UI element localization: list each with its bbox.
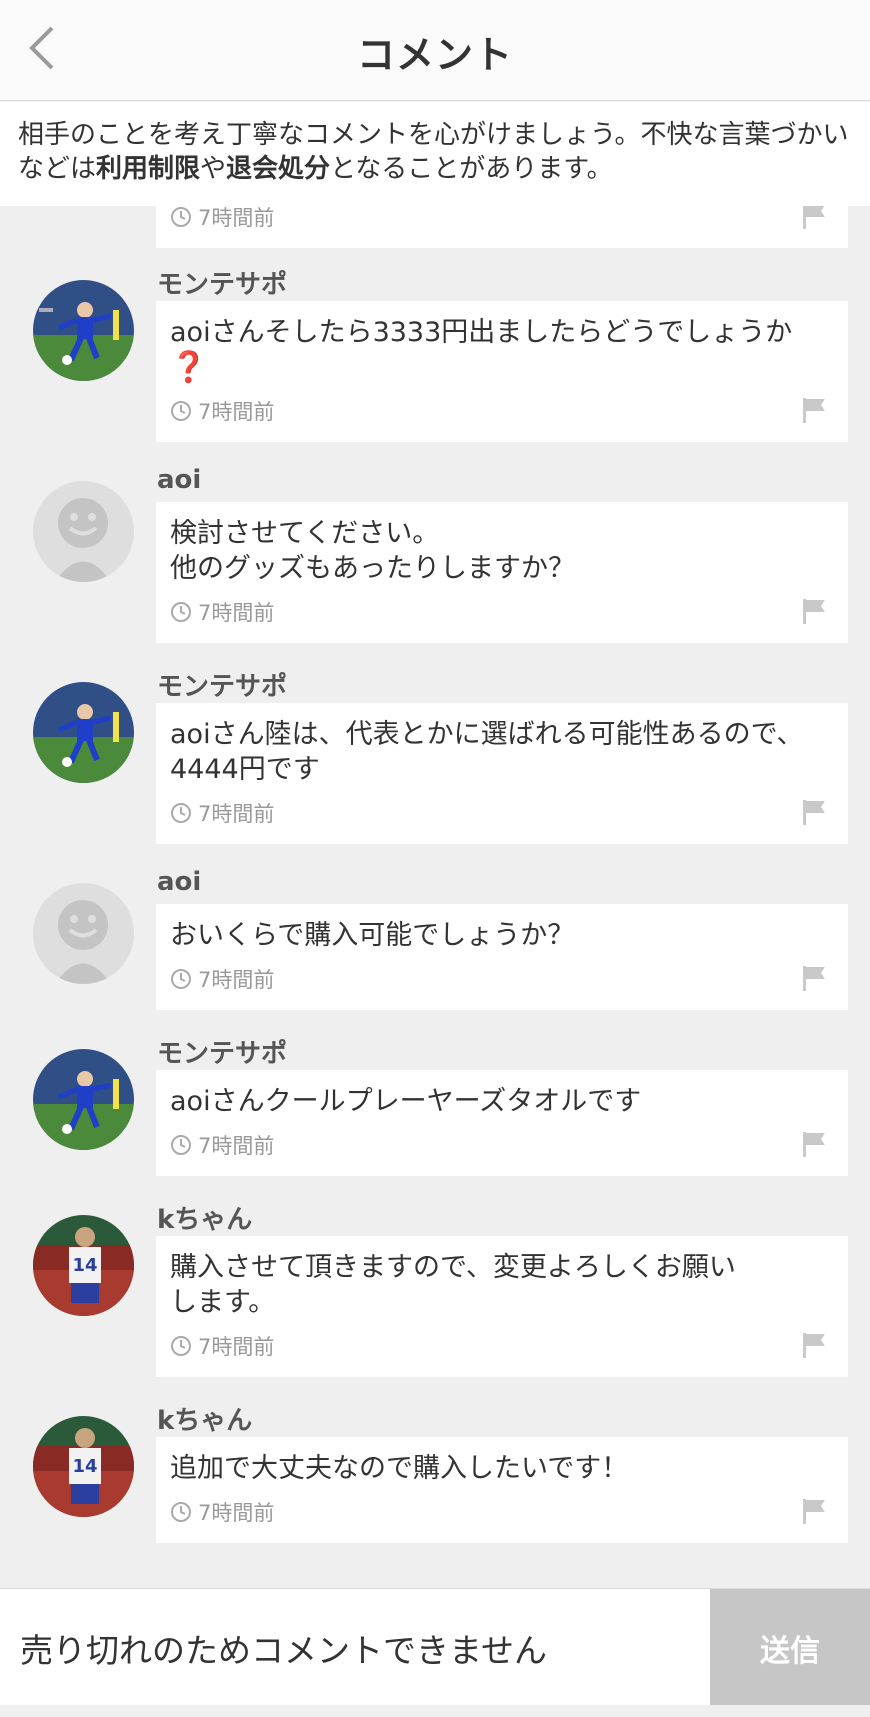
question-mark-icon: ❓ xyxy=(170,350,208,385)
clock-icon xyxy=(170,601,192,623)
comment-bubble: aoiさんそしたら3333円出ましたらどうでしょうか ❓ 7時間前 xyxy=(156,301,848,442)
comment-input-bar: 売り切れのためコメントできません 送信 xyxy=(0,1588,870,1706)
notice-text: となることがあります。 xyxy=(330,154,613,184)
comment-input-disabled[interactable]: 売り切れのためコメントできません xyxy=(0,1589,710,1706)
svg-text:14: 14 xyxy=(72,1456,97,1477)
comment-time: 7時間前 xyxy=(198,400,275,424)
notice-bold-restriction: 利用制限 xyxy=(96,154,201,184)
report-flag-icon[interactable] xyxy=(800,798,828,826)
report-flag-icon[interactable] xyxy=(800,597,828,625)
clock-icon xyxy=(170,400,192,422)
comment-bubble: 7時間前 xyxy=(156,206,848,248)
clock-icon xyxy=(170,1501,192,1523)
comment-time: 7時間前 xyxy=(198,206,275,230)
notice-text: や xyxy=(200,154,227,184)
notice-bold-suspension: 退会処分 xyxy=(226,154,331,184)
clock-icon xyxy=(170,802,192,824)
report-flag-icon[interactable] xyxy=(800,1331,828,1359)
comment-bubble: aoiさん陸は、代表とかに選ばれる可能性あるので、 4444円です 7時間前 xyxy=(156,703,848,844)
comment-time: 7時間前 xyxy=(198,1134,275,1158)
comment-username[interactable]: aoi xyxy=(157,867,201,897)
report-flag-icon[interactable] xyxy=(800,396,828,424)
comment-text: aoiさんそしたら3333円出ましたらどうでしょうか ❓ xyxy=(170,315,834,386)
comment-bubble: 検討させてください。 他のグッズもあったりしますか？ 7時間前 xyxy=(156,502,848,643)
comment-username[interactable]: モンテサポ xyxy=(157,264,287,301)
clock-icon xyxy=(170,1335,192,1357)
comment-meta: 7時間前 xyxy=(170,798,274,828)
comment-meta: 7時間前 xyxy=(170,1130,274,1160)
comment-time: 7時間前 xyxy=(198,601,275,625)
avatar[interactable] xyxy=(33,682,134,783)
comment-meta: 7時間前 xyxy=(170,206,274,232)
comment-bubble: aoiさんクールプレーヤーズタオルです 7時間前 xyxy=(156,1070,848,1176)
comment-username[interactable]: kちゃん xyxy=(157,1199,252,1236)
comment-meta: 7時間前 xyxy=(170,396,274,426)
page-title: コメント xyxy=(356,33,513,77)
svg-text:14: 14 xyxy=(72,1255,97,1276)
comment-meta: 7時間前 xyxy=(170,1497,274,1527)
comment-bubble: おいくらで購入可能でしょうか？ 7時間前 xyxy=(156,904,848,1010)
clock-icon xyxy=(170,206,192,228)
comment-time: 7時間前 xyxy=(198,1501,275,1525)
report-flag-icon[interactable] xyxy=(800,964,828,992)
send-button[interactable]: 送信 xyxy=(710,1589,870,1706)
comment-username[interactable]: モンテサポ xyxy=(157,666,287,703)
comment-text: aoiさん陸は、代表とかに選ばれる可能性あるので、 4444円です xyxy=(170,719,804,785)
comment-text: 検討させてください。 他のグッズもあったりしますか？ xyxy=(170,518,575,584)
top-nav-bar: コメント xyxy=(0,0,870,101)
comment-time: 7時間前 xyxy=(198,1335,275,1359)
avatar[interactable] xyxy=(33,1049,134,1150)
comment-meta: 7時間前 xyxy=(170,597,274,627)
comment-text: おいくらで購入可能でしょうか？ xyxy=(170,920,575,951)
avatar[interactable] xyxy=(33,481,134,582)
comment-text: aoiさんクールプレーヤーズタオルです xyxy=(170,1086,642,1117)
comment-bubble: 追加で大丈夫なので購入したいです！ 7時間前 xyxy=(156,1437,848,1543)
comment-username[interactable]: kちゃん xyxy=(157,1400,252,1437)
report-flag-icon[interactable] xyxy=(800,206,828,230)
comment-text: 購入させて頂きますので、変更よろしくお願い します。 xyxy=(170,1252,736,1318)
comment-meta: 7時間前 xyxy=(170,964,274,994)
comment-meta: 7時間前 xyxy=(170,1331,274,1361)
comment-time: 7時間前 xyxy=(198,968,275,992)
report-flag-icon[interactable] xyxy=(800,1497,828,1525)
report-flag-icon[interactable] xyxy=(800,1130,828,1158)
avatar[interactable]: 14 xyxy=(33,1215,134,1316)
avatar[interactable] xyxy=(33,280,134,381)
comment-text: 追加で大丈夫なので購入したいです！ xyxy=(170,1453,629,1484)
comment-list[interactable]: 7時間前 モンテサポ aoiさんそしたら3333円出ましたらどうでしょうか ❓ 7… xyxy=(0,206,870,1588)
avatar[interactable] xyxy=(33,883,134,984)
comment-etiquette-notice: 相手のことを考え丁寧なコメントを心がけましょう。不快な言葉づかいなどは利用制限や… xyxy=(0,102,870,206)
comment-username[interactable]: aoi xyxy=(157,465,201,495)
comment-time: 7時間前 xyxy=(198,802,275,826)
avatar[interactable]: 14 xyxy=(33,1416,134,1517)
comment-text-body: aoiさんそしたら3333円出ましたらどうでしょうか xyxy=(170,317,793,348)
clock-icon xyxy=(170,968,192,990)
comment-username[interactable]: モンテサポ xyxy=(157,1033,287,1070)
bottom-strip xyxy=(0,1705,870,1717)
clock-icon xyxy=(170,1134,192,1156)
comment-bubble: 購入させて頂きますので、変更よろしくお願い します。 7時間前 xyxy=(156,1236,848,1377)
